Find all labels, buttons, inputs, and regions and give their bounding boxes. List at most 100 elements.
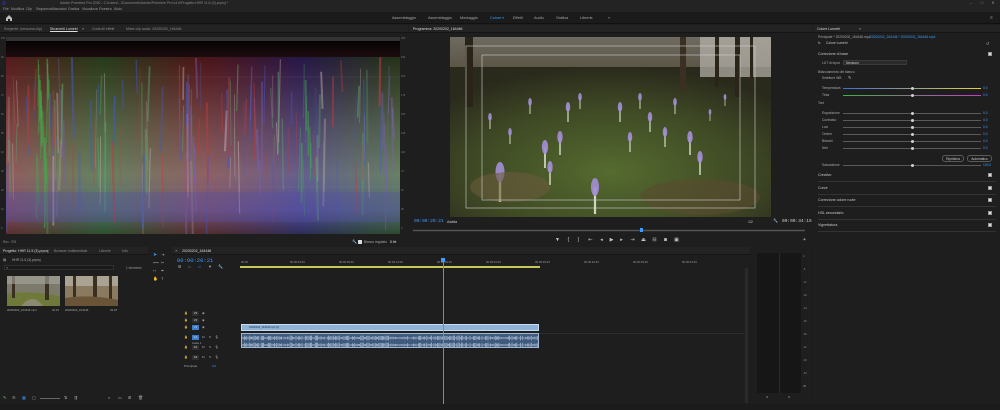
track-mute-button[interactable]: M [202,335,205,339]
solo-left-button[interactable]: S [766,395,768,399]
section-enable-checkbox[interactable] [988,223,992,227]
track-solo-button[interactable]: S [209,355,211,359]
track-visibility-icon[interactable]: ◉ [202,311,205,315]
lumetri-master-link[interactable]: Principale * 20200202_164446.mp4 [818,35,870,39]
track-lock-icon[interactable]: 🔒 [184,325,188,329]
lut-dropdown[interactable]: Nessuno [843,60,907,65]
export-frame-icon[interactable]: ◙ [662,237,669,243]
list-view-icon[interactable]: ☰ [12,395,16,400]
track-target-v1[interactable]: V1 [192,325,199,330]
section-basic-correction[interactable]: Correzione di base [818,52,848,56]
track-lock-icon[interactable]: 🔒 [184,318,188,322]
slider-value[interactable]: 0,0 [983,146,988,150]
icon-view-icon[interactable]: ▦ [22,395,26,400]
wrench-icon[interactable]: 🔧 [352,239,357,244]
track-mute-button[interactable]: M [202,345,205,349]
go-to-out-icon[interactable]: ⇥ [629,237,636,243]
program-current-timecode[interactable]: 00:00:20:21 [414,219,444,224]
track-lock-icon[interactable]: 🔒 [184,335,188,339]
slider-knob[interactable] [910,147,914,150]
track-lock-icon[interactable]: 🔒 [184,355,188,359]
section-creativo[interactable]: Creativo [818,173,831,177]
home-icon[interactable] [5,14,13,22]
master-track-volume[interactable]: 0,0 [212,364,216,368]
panel-menu-icon[interactable]: ≡ [990,15,996,21]
new-bin-icon[interactable]: ▭ [118,395,122,400]
track-target-v2[interactable]: V2 [192,318,199,323]
slider-value[interactable]: 0,0 [983,125,988,129]
slider-value[interactable]: 0,0 [983,139,988,143]
workspace-tab-montaggio[interactable]: Montaggio [460,12,478,24]
track-solo-button[interactable]: S [209,345,211,349]
go-to-in-icon[interactable]: ⇤ [587,237,594,243]
workspace-tab-audio[interactable]: Audio [534,12,544,24]
slider-value[interactable]: 0,0 [983,132,988,136]
slider-knob[interactable] [910,119,914,122]
workspace-tab-assemblaggio-2[interactable]: Assemblaggio [428,12,452,24]
wb-group-label[interactable]: Bilanciamento del bianco [818,70,855,74]
track-visibility-icon[interactable]: ◉ [202,325,205,329]
fit-dropdown[interactable]: Adatta [447,220,457,224]
section-curve[interactable]: Curve [818,186,828,190]
reset-button[interactable]: Ripristina [942,155,964,162]
bit-depth-selector[interactable]: 8 bit [390,240,396,244]
tab-audio-clip-mixer[interactable]: Mixer clip audio: 20200202_164446 [126,25,181,33]
microphone-icon[interactable]: 🎙 [215,355,219,359]
add-marker-icon[interactable]: ▼ [554,237,561,243]
tab-media-browser[interactable]: Browser multimediale [54,247,87,255]
microphone-icon[interactable]: 🎙 [215,335,219,339]
lumetri-clip-link[interactable]: 20200202_164446 * 20200202_164446.mp4 [870,35,935,39]
section-correzione-colore-ruote[interactable]: Correzione colore ruote [818,198,856,202]
timeline-tab-menu-icon[interactable]: ≡ [208,247,210,255]
section-enable-checkbox[interactable] [988,211,992,215]
razor-tool-icon[interactable]: ✂ [161,260,164,265]
track-target-a3[interactable]: A3 [192,355,199,360]
hand-tool-icon[interactable]: ✋ [153,276,158,281]
automate-to-sequence-icon[interactable]: ⇶ [74,395,77,400]
program-tab-menu-icon[interactable]: ≡ [459,25,461,33]
slider-knob[interactable] [910,133,914,136]
track-mute-button[interactable]: M [202,355,205,359]
workspace-tab-librerie[interactable]: Librerie [580,12,593,24]
lumetri-tab-menu-icon[interactable]: ≡ [859,25,861,33]
project-search-input[interactable]: ⌕ [4,265,114,270]
mark-in-icon[interactable]: { [565,237,572,243]
slider-knob[interactable] [910,112,914,115]
ripple-edit-tool-icon[interactable]: ⟷ [153,260,159,265]
project-item-thumbnail[interactable] [7,276,60,306]
close-sequence-icon[interactable]: ✕ [175,247,178,255]
track-target-a2[interactable]: A2 [192,345,199,350]
section-vignettatura[interactable]: Vignettatura [818,223,837,227]
extract-icon[interactable]: ⊟ [651,237,658,243]
video-clip[interactable]: 20200202_164446.mp4 [V] [241,324,539,331]
auto-button[interactable]: Automatico [967,155,992,162]
timeline-timecode[interactable]: 00:00:20:21 [177,257,213,264]
timeline-vertical-scrollbar[interactable] [745,268,748,403]
section-enable-checkbox[interactable] [988,173,992,177]
workspace-tab-effetti[interactable]: Effetti [513,12,523,24]
workspace-overflow-icon[interactable]: » [608,12,610,24]
timeline-settings-icon[interactable]: 🔧 [218,264,223,269]
clear-icon[interactable]: 🗑 [138,395,143,400]
slider-knob[interactable] [910,94,914,97]
tab-libraries[interactable]: Librerie [99,247,111,255]
track-select-tool-icon[interactable]: ⇥ [161,252,164,257]
type-tool-icon[interactable]: T [161,276,163,281]
pencil-icon[interactable]: ✎ [3,395,6,400]
step-back-icon[interactable]: ◂ [598,237,605,243]
insert-nest-icon[interactable]: ⊞ [178,264,181,269]
scopes-tab-menu-icon[interactable]: ≡ [82,25,84,33]
selection-tool-icon[interactable]: ➤ [153,252,157,258]
basic-correction-checkbox[interactable] [988,52,992,56]
find-icon[interactable]: ⌕ [108,395,110,400]
slider-knob[interactable] [910,87,914,90]
program-playhead[interactable] [639,228,643,232]
track-target-a1[interactable]: A1 [192,335,199,340]
project-item-thumbnail[interactable] [65,276,118,306]
tab-project[interactable]: Progetto: HHR 11.5 (3).prproj [3,247,48,255]
lift-icon[interactable]: ⏏ [640,237,647,243]
track-lock-icon[interactable]: 🔒 [184,345,188,349]
tab-effect-controls[interactable]: Controlli effetti [92,25,114,33]
workspace-tab-assemblaggio[interactable]: Assemblaggio [392,12,416,24]
pen-tool-icon[interactable]: ✒ [161,268,164,273]
